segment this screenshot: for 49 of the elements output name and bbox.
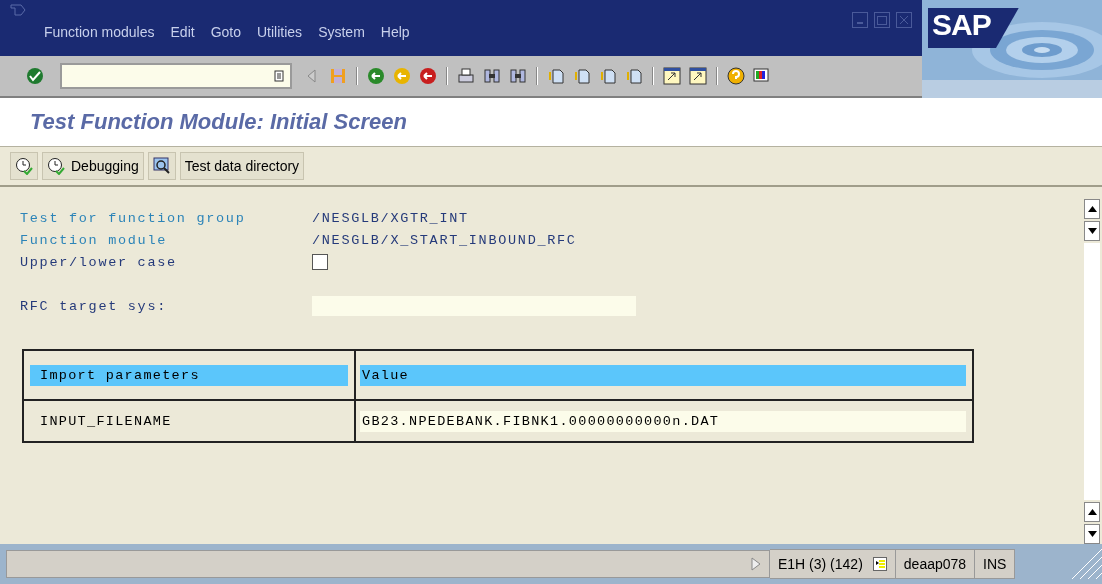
checkbox[interactable]: [312, 254, 328, 270]
first-page-icon[interactable]: [546, 66, 566, 86]
clock-icon: [47, 157, 65, 175]
field-label: RFC target sys:: [20, 298, 169, 314]
server-name: deaap078: [903, 556, 967, 572]
history-icon[interactable]: [274, 70, 284, 82]
cancel-icon[interactable]: [418, 66, 438, 86]
enter-icon[interactable]: [26, 67, 44, 85]
previous-page-icon[interactable]: [572, 66, 592, 86]
scroll-up-icon[interactable]: [1087, 206, 1097, 212]
scroll-down-icon[interactable]: [1087, 228, 1097, 234]
toolbar-button[interactable]: Debugging: [42, 152, 144, 180]
back-icon[interactable]: [366, 66, 386, 86]
column-header: Value: [360, 364, 966, 386]
find-icon[interactable]: [482, 66, 502, 86]
expand-icon[interactable]: [751, 557, 761, 571]
scroll-up-icon[interactable]: [1087, 509, 1097, 515]
table-cell-text: INPUT_FILENAME: [39, 413, 172, 429]
insert-mode: INS: [983, 556, 1007, 572]
menu-item[interactable]: Goto: [210, 24, 241, 40]
field-value: /NESGLB/XGTR_INT: [312, 210, 469, 226]
screen-title: Test Function Module: Initial Screen: [30, 109, 407, 135]
toolbar-button[interactable]: Test data directory: [179, 152, 305, 180]
menu-item[interactable]: Utilities: [257, 24, 303, 40]
print-icon[interactable]: [456, 66, 476, 86]
field-label: Test for function group: [20, 210, 247, 226]
value-field[interactable]: GB23.NPEDEBANK.FIBNK1.00000000000n.DAT: [360, 410, 966, 432]
execute-icon[interactable]: [10, 152, 38, 180]
new-session-icon[interactable]: [662, 66, 682, 86]
field-value: /NESGLB/X_START_INBOUND_RFC: [312, 232, 577, 248]
inspect-icon[interactable]: [147, 152, 176, 180]
next-page-icon[interactable]: [598, 66, 618, 86]
column-header: Import parameters: [30, 364, 348, 386]
menu-item[interactable]: Function modules: [44, 24, 155, 40]
sap-logo: SAP: [928, 8, 1019, 48]
resize-grip-icon[interactable]: [1072, 549, 1102, 579]
last-page-icon[interactable]: [624, 66, 644, 86]
find-next-icon[interactable]: [508, 66, 528, 86]
command-field[interactable]: [60, 63, 292, 89]
menu-item[interactable]: Edit: [170, 24, 195, 40]
field-label: Function module: [20, 232, 169, 248]
list-icon[interactable]: [872, 557, 887, 571]
system-info: E1H (3) (142): [778, 556, 863, 572]
menu-item[interactable]: System: [318, 24, 365, 40]
menu-item[interactable]: Help: [380, 24, 410, 40]
shortcut-icon[interactable]: [688, 66, 708, 86]
scroll-down-icon[interactable]: [1087, 531, 1097, 537]
help-icon[interactable]: [726, 66, 746, 86]
field-label: Upper/lower case: [20, 254, 178, 270]
